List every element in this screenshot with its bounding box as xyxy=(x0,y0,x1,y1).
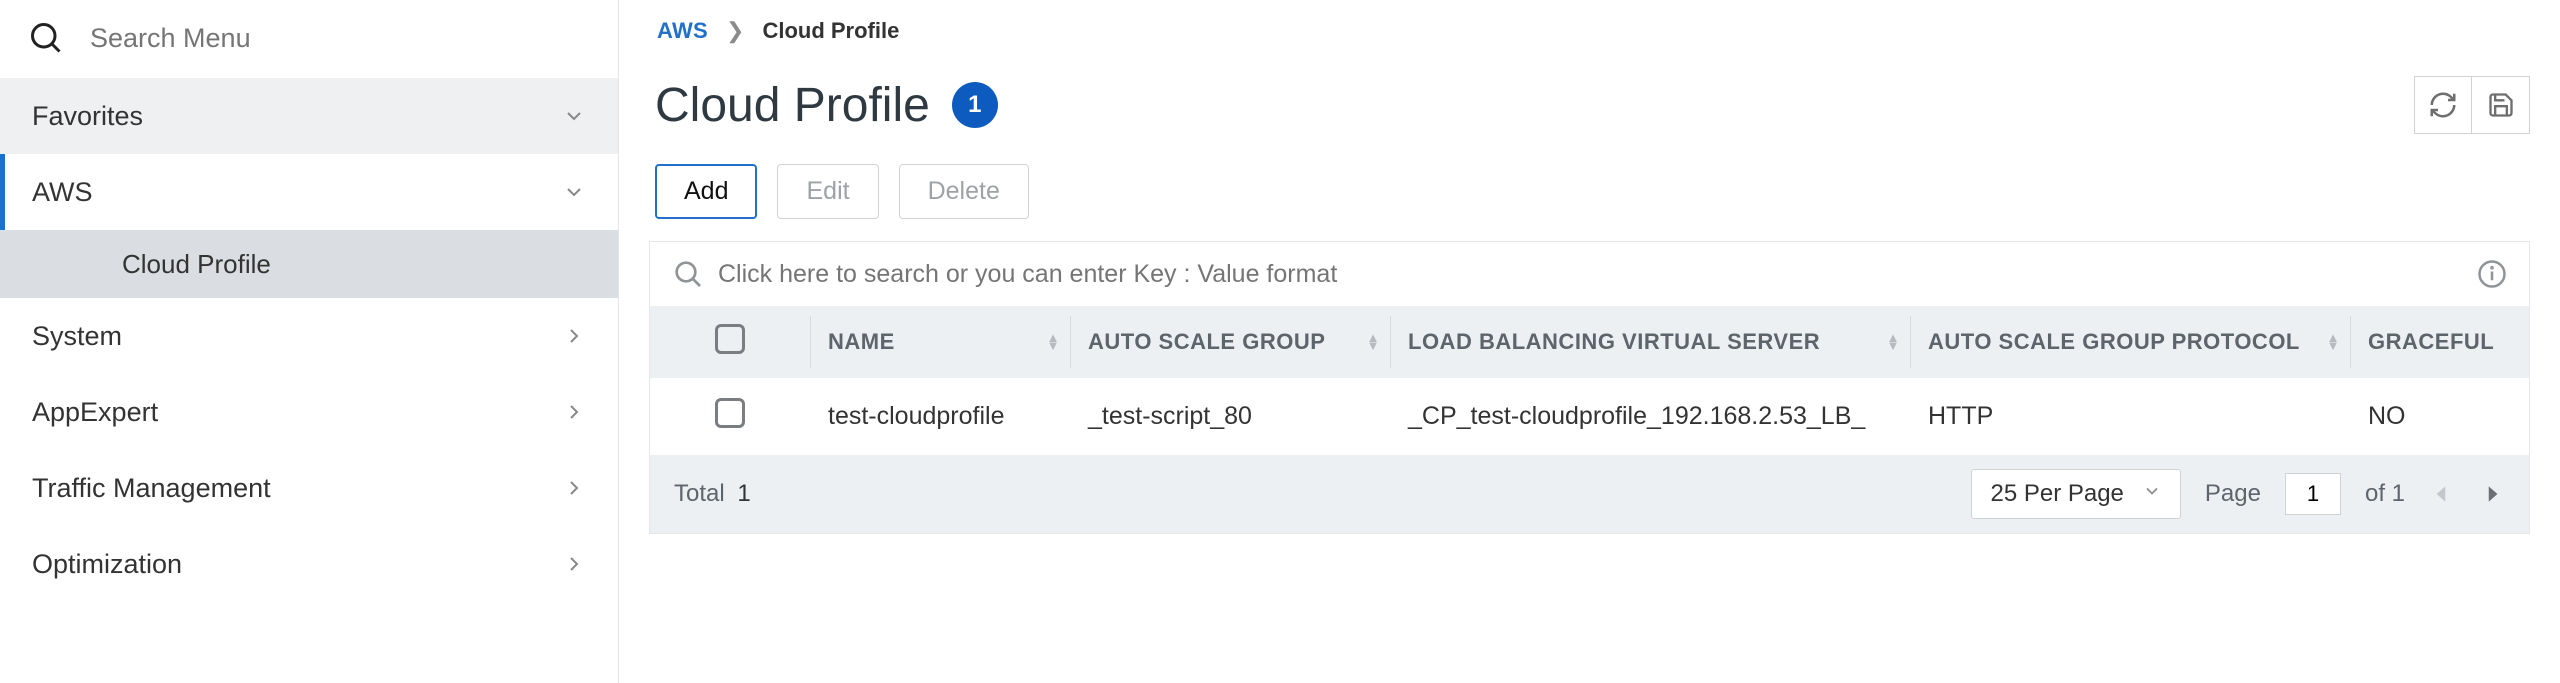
page-of-label: of 1 xyxy=(2365,480,2405,508)
page-label: Page xyxy=(2205,480,2261,508)
col-label: GRACEFUL xyxy=(2368,329,2494,354)
chevron-right-icon xyxy=(562,476,586,500)
breadcrumb-root[interactable]: AWS xyxy=(657,18,708,44)
cell-graceful: NO xyxy=(2350,378,2529,455)
save-button[interactable] xyxy=(2472,76,2530,134)
col-label: AUTO SCALE GROUP PROTOCOL xyxy=(1928,329,2300,354)
data-table: NAME ▲▼ AUTO SCALE GROUP ▲▼ LOAD BALANCING… xyxy=(650,306,2529,455)
sidebar: Favorites AWS Cloud Profile System AppEx… xyxy=(0,0,619,683)
sidebar-item-favorites[interactable]: Favorites xyxy=(0,78,618,154)
per-page-select[interactable]: 25 Per Page xyxy=(1971,469,2180,519)
col-label: LOAD BALANCING VIRTUAL SERVER xyxy=(1408,329,1820,354)
col-lbvs[interactable]: LOAD BALANCING VIRTUAL SERVER ▲▼ xyxy=(1390,306,1910,378)
sidebar-item-label: Cloud Profile xyxy=(122,249,271,280)
sidebar-item-appexpert[interactable]: AppExpert xyxy=(0,374,618,450)
title-actions xyxy=(2414,76,2530,134)
edit-button[interactable]: Edit xyxy=(777,164,878,219)
next-page-icon[interactable] xyxy=(2479,481,2505,507)
sidebar-item-label: Traffic Management xyxy=(32,473,271,504)
sidebar-item-label: AppExpert xyxy=(32,397,158,428)
sidebar-item-traffic-management[interactable]: Traffic Management xyxy=(0,450,618,526)
sort-icon: ▲▼ xyxy=(1047,334,1060,350)
chevron-down-icon xyxy=(2142,480,2162,508)
cell-name: test-cloudprofile xyxy=(810,378,1070,455)
col-label: NAME xyxy=(828,329,895,354)
chevron-right-icon xyxy=(562,552,586,576)
chevron-right-icon xyxy=(562,400,586,424)
sidebar-item-cloud-profile[interactable]: Cloud Profile xyxy=(0,230,618,298)
per-page-label: 25 Per Page xyxy=(1990,480,2123,508)
chevron-down-icon xyxy=(562,104,586,128)
sidebar-item-optimization[interactable]: Optimization xyxy=(0,526,618,602)
count-badge: 1 xyxy=(952,82,998,128)
sidebar-item-system[interactable]: System xyxy=(0,298,618,374)
total-label: Total xyxy=(674,480,725,507)
select-all-header[interactable] xyxy=(650,306,810,378)
col-graceful[interactable]: GRACEFUL xyxy=(2350,306,2529,378)
breadcrumb-current: Cloud Profile xyxy=(762,18,899,44)
add-button[interactable]: Add xyxy=(655,164,757,219)
sort-icon: ▲▼ xyxy=(1887,334,1900,350)
total-value: 1 xyxy=(737,480,750,507)
refresh-button[interactable] xyxy=(2414,76,2472,134)
sidebar-search xyxy=(0,0,618,78)
sort-icon: ▲▼ xyxy=(2327,334,2340,350)
checkbox-icon[interactable] xyxy=(715,324,745,354)
row-checkbox[interactable] xyxy=(715,398,745,428)
filter-bar xyxy=(650,242,2529,306)
sidebar-item-label: Optimization xyxy=(32,549,182,580)
chevron-right-icon: ❯ xyxy=(726,18,744,44)
cell-proto: HTTP xyxy=(1910,378,2350,455)
prev-page-icon[interactable] xyxy=(2429,481,2455,507)
sidebar-item-label: System xyxy=(32,321,122,352)
cell-lbvs: _CP_test-cloudprofile_192.168.2.53_LB_ xyxy=(1390,378,1910,455)
filter-input[interactable] xyxy=(718,260,2463,289)
sort-icon: ▲▼ xyxy=(1367,334,1380,350)
info-icon[interactable] xyxy=(2477,259,2507,289)
cell-asg: _test-script_80 xyxy=(1070,378,1390,455)
chevron-down-icon xyxy=(562,180,586,204)
search-icon xyxy=(28,20,64,56)
breadcrumb: AWS ❯ Cloud Profile xyxy=(657,18,2530,44)
page-title: Cloud Profile xyxy=(655,78,930,133)
sidebar-item-aws[interactable]: AWS xyxy=(0,154,618,230)
sidebar-item-label: Favorites xyxy=(32,101,143,132)
search-input[interactable] xyxy=(90,23,490,54)
col-name[interactable]: NAME ▲▼ xyxy=(810,306,1070,378)
col-proto[interactable]: AUTO SCALE GROUP PROTOCOL ▲▼ xyxy=(1910,306,2350,378)
col-asg[interactable]: AUTO SCALE GROUP ▲▼ xyxy=(1070,306,1390,378)
col-label: AUTO SCALE GROUP xyxy=(1088,329,1325,354)
search-icon xyxy=(672,258,704,290)
delete-button[interactable]: Delete xyxy=(899,164,1029,219)
table-footer: Total 1 25 Per Page Page of 1 xyxy=(650,455,2529,533)
data-panel: NAME ▲▼ AUTO SCALE GROUP ▲▼ LOAD BALANCING… xyxy=(649,241,2530,534)
page-input[interactable] xyxy=(2285,473,2341,515)
table-row[interactable]: test-cloudprofile _test-script_80 _CP_te… xyxy=(650,378,2529,455)
chevron-right-icon xyxy=(562,324,586,348)
sidebar-item-label: AWS xyxy=(32,177,93,208)
main-content: AWS ❯ Cloud Profile Cloud Profile 1 Add … xyxy=(619,0,2560,683)
